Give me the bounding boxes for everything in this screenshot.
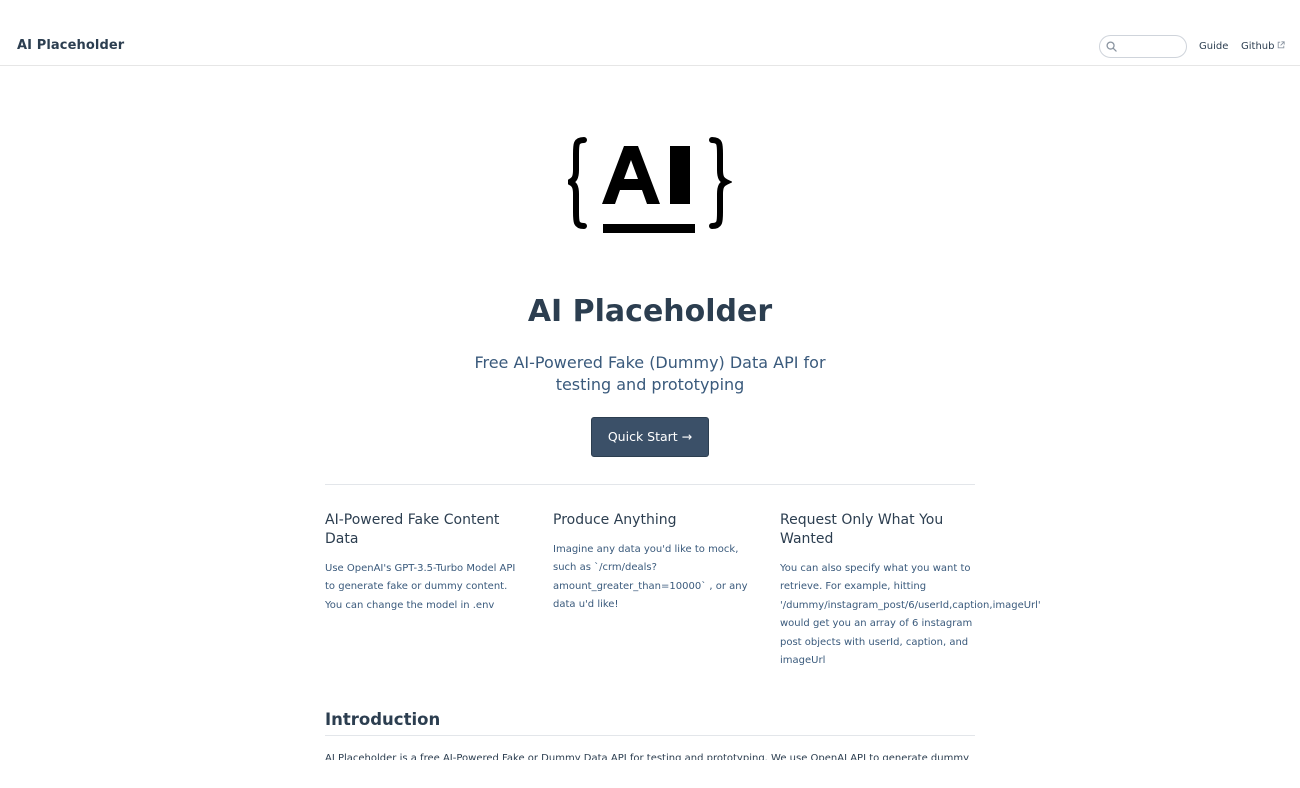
nav-github-link[interactable]: Github <box>1241 41 1286 52</box>
navbar: AI Placeholder Guide Github <box>0 0 1300 66</box>
feature-card-ai-powered: AI-Powered Fake Content Data Use OpenAI'… <box>325 511 525 615</box>
ai-braces-logo-icon <box>568 137 732 233</box>
feature-title: AI-Powered Fake Content Data <box>325 512 500 547</box>
nav-github-label: Github <box>1241 41 1275 52</box>
feature-title: Produce Anything <box>553 512 677 528</box>
feature-card-produce-anything: Produce Anything Imagine any data you'd … <box>553 511 753 615</box>
quick-start-button[interactable]: Quick Start → <box>591 417 709 457</box>
hero-title: AI Placeholder <box>527 294 773 329</box>
external-link-icon <box>1278 41 1286 49</box>
hero-tagline: Free AI-Powered Fake (Dummy) Data API fo… <box>474 353 826 394</box>
search-input[interactable] <box>1120 38 1182 55</box>
introduction-text: AI Placeholder is a free AI-Powered Fake… <box>325 753 969 760</box>
feature-description: You can also specify what you want to ret… <box>780 563 1041 667</box>
feature-description: Imagine any data you'd like to mock, such… <box>553 544 748 611</box>
feature-description: Use OpenAI's GPT-3.5-Turbo Model API to g… <box>325 563 516 611</box>
feature-title: Request Only What You Wanted <box>780 512 944 547</box>
features-divider <box>325 484 975 485</box>
search-box[interactable] <box>1099 35 1187 58</box>
nav-guide-link[interactable]: Guide <box>1199 41 1228 52</box>
introduction-heading: Introduction <box>325 710 441 729</box>
search-icon <box>1106 41 1117 52</box>
introduction-rule <box>325 735 975 736</box>
feature-card-request-only: Request Only What You Wanted You can als… <box>780 511 1041 670</box>
site-title[interactable]: AI Placeholder <box>17 38 124 53</box>
